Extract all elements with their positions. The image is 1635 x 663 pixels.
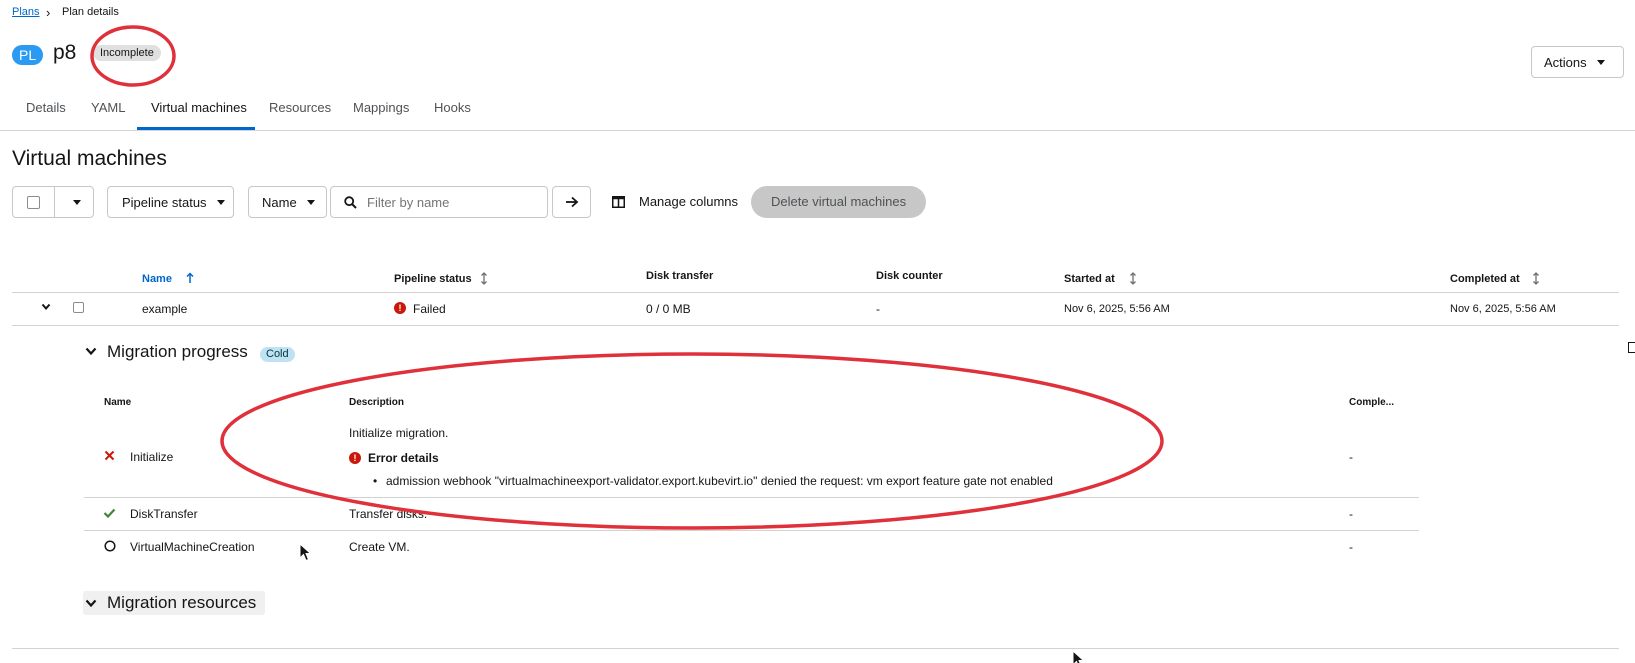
name-filter-label: Name: [262, 194, 297, 210]
col-header-disk-counter: Disk counter: [876, 270, 943, 282]
annotation-circle-error: [220, 352, 1164, 530]
migration-progress-title[interactable]: Migration progress: [107, 342, 248, 362]
manage-columns-button[interactable]: Manage columns: [612, 194, 738, 209]
error-bullet-icon: •: [373, 474, 378, 488]
step-completed: -: [1349, 540, 1353, 554]
arrow-right-icon: [565, 196, 578, 208]
col-header-name[interactable]: Name: [142, 273, 172, 285]
tab-mappings[interactable]: Mappings: [353, 100, 409, 126]
row-select-checkbox[interactable]: [73, 302, 84, 313]
step-description: Create VM.: [349, 540, 410, 554]
disk-transfer-value: 0 / 0 MB: [646, 302, 691, 316]
step-name: Initialize: [130, 450, 174, 464]
completed-at-value: Nov 6, 2025, 5:56 AM: [1450, 303, 1556, 315]
sort-ascending-icon[interactable]: [186, 272, 194, 284]
page-title: p8: [53, 41, 77, 64]
progress-col-completed: Comple...: [1349, 397, 1395, 408]
col-header-disk-transfer: Disk transfer: [646, 270, 714, 282]
step-divider: [84, 530, 1419, 531]
tab-virtual-machines[interactable]: Virtual machines: [151, 100, 247, 126]
breadcrumb-plans-link[interactable]: Plans: [12, 6, 40, 18]
bulk-select-divider: [54, 187, 55, 217]
progress-col-name: Name: [104, 397, 132, 408]
tab-yaml[interactable]: YAML: [91, 100, 125, 126]
tab-resources[interactable]: Resources: [269, 100, 331, 126]
step-description: Transfer disks.: [349, 507, 428, 521]
tab-details[interactable]: Details: [26, 100, 66, 126]
progress-col-description: Description: [349, 397, 405, 408]
pending-circle-icon: [104, 540, 116, 552]
breadcrumb-current: Plan details: [62, 6, 119, 18]
actions-label: Actions: [1544, 54, 1587, 70]
col-header-started[interactable]: Started at: [1064, 273, 1115, 285]
vm-name[interactable]: example: [142, 302, 187, 316]
step-completed: -: [1349, 450, 1353, 464]
disk-counter-value: -: [876, 302, 880, 316]
bulk-select-caret-icon[interactable]: [73, 199, 81, 205]
mouse-cursor-icon: [1072, 650, 1085, 663]
caret-down-icon: [306, 199, 315, 205]
search-icon: [344, 195, 357, 209]
step-description: Initialize migration.: [349, 426, 449, 440]
pipeline-status-value[interactable]: Failed: [413, 302, 446, 316]
tab-hooks[interactable]: Hooks: [434, 100, 471, 126]
migration-type-badge: Cold: [260, 347, 295, 362]
actions-button[interactable]: Actions: [1531, 46, 1624, 78]
search-submit-button[interactable]: [552, 186, 591, 218]
error-message: admission webhook "virtualmachineexport-…: [386, 474, 1053, 488]
caret-down-icon: [216, 199, 225, 205]
delete-vms-button: Delete virtual machines: [751, 186, 927, 218]
status-badge: Incomplete: [93, 45, 161, 61]
pipeline-status-filter-label: Pipeline status: [122, 194, 207, 210]
mouse-cursor-icon: [299, 543, 312, 562]
offscreen-element: [1628, 342, 1635, 353]
step-divider: [84, 497, 1419, 498]
search-field[interactable]: [330, 186, 548, 218]
table-header-divider: [12, 292, 1619, 293]
bulk-select[interactable]: [12, 186, 94, 218]
step-completed: -: [1349, 507, 1353, 521]
bulk-select-checkbox[interactable]: [27, 195, 40, 209]
step-name: DiskTransfer: [130, 507, 198, 521]
step-name: VirtualMachineCreation: [130, 540, 255, 554]
progress-collapse-icon[interactable]: [85, 347, 97, 356]
pipeline-status-filter[interactable]: Pipeline status: [107, 186, 234, 218]
resources-collapse-icon[interactable]: [85, 599, 97, 608]
sort-icon[interactable]: [1532, 272, 1540, 285]
columns-icon: [612, 195, 625, 208]
manage-columns-label: Manage columns: [639, 194, 738, 209]
success-check-icon: [103, 508, 116, 518]
error-icon: !: [349, 452, 361, 464]
breadcrumb-separator-icon: ›: [46, 5, 51, 20]
sort-icon[interactable]: [480, 272, 488, 285]
bottom-divider: [12, 648, 1619, 649]
failed-x-icon: [104, 450, 115, 461]
plan-kind-badge: PL: [12, 45, 44, 65]
col-header-completed[interactable]: Completed at: [1450, 273, 1520, 285]
tabs-divider: [0, 130, 1635, 131]
sort-icon[interactable]: [1129, 272, 1137, 285]
caret-down-icon: [1596, 59, 1605, 65]
search-input[interactable]: [367, 194, 537, 210]
failed-status-icon: !: [394, 302, 406, 314]
migration-resources-title[interactable]: Migration resources: [107, 593, 256, 613]
error-details-title: Error details: [368, 451, 439, 465]
name-filter-toggle[interactable]: Name: [248, 186, 327, 218]
section-title: Virtual machines: [12, 147, 167, 170]
started-at-value: Nov 6, 2025, 5:56 AM: [1064, 303, 1170, 315]
table-row-divider: [12, 325, 1619, 326]
row-collapse-icon[interactable]: [41, 303, 51, 311]
col-header-pipeline[interactable]: Pipeline status: [394, 273, 472, 285]
